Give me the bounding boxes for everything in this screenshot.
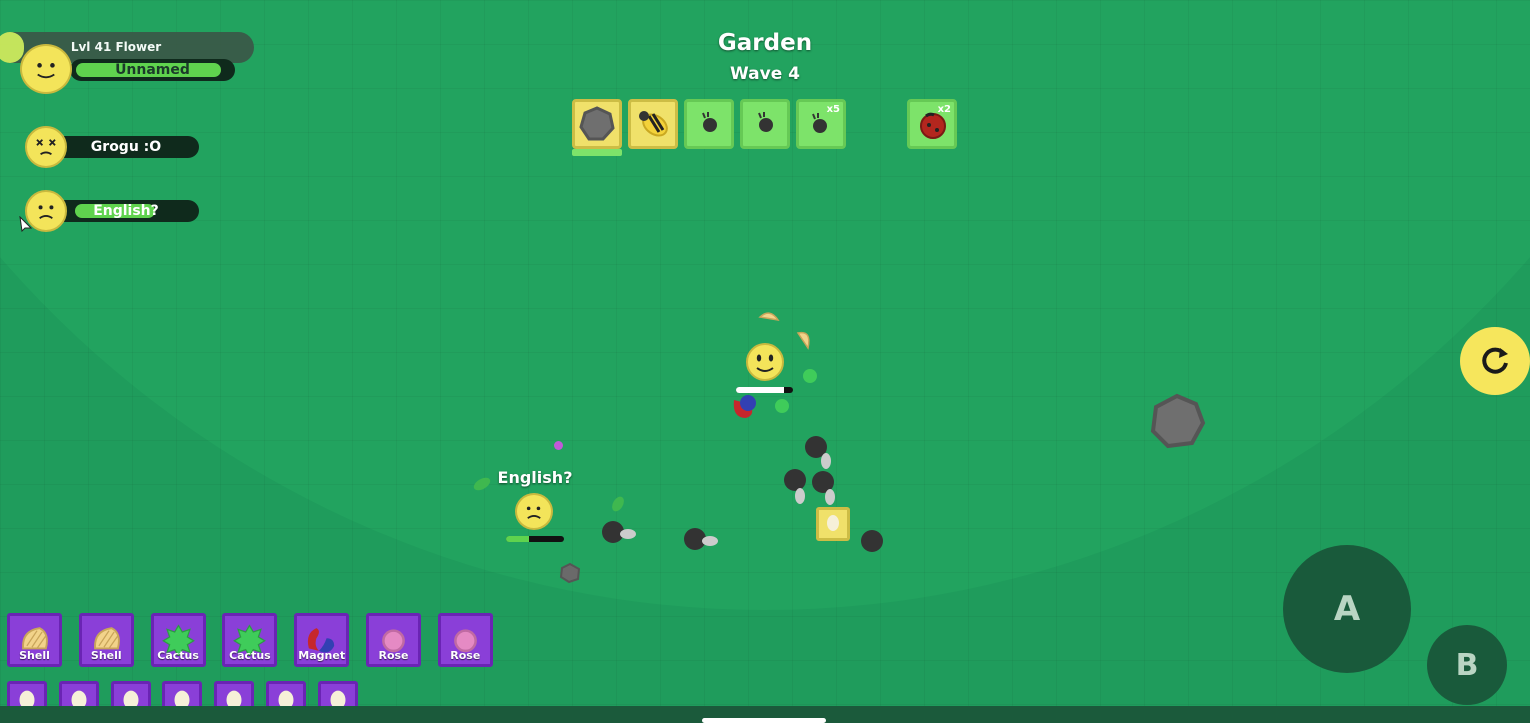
petal-label: Shell [19, 649, 50, 662]
small-rock-icon [702, 112, 717, 132]
respawn-button[interactable] [1460, 327, 1530, 395]
teammate-name-label: English? [497, 468, 573, 487]
petal-slot-rose[interactable]: Rose [437, 613, 493, 667]
teammate-health-bar [506, 536, 564, 542]
squad-name: English? [93, 203, 159, 219]
mob-slot-bee [628, 99, 678, 149]
mob-slot-rock [572, 99, 622, 149]
biome-title: Garden [717, 30, 813, 56]
rock-icon [579, 106, 615, 141]
petal-slot-cactus[interactable]: Cactus [222, 613, 278, 667]
defend-label: B [1455, 647, 1479, 683]
attack-label: A [1333, 589, 1361, 629]
defend-button[interactable]: B [1427, 625, 1507, 705]
leaf-icon [473, 477, 491, 491]
egg-icon [827, 515, 839, 531]
pollen-dot [554, 441, 563, 450]
squad-name-pill: Grogu :O [53, 136, 199, 158]
mob-count: x5 [826, 104, 840, 115]
rock-entity [1150, 393, 1206, 449]
petal-label: Magnet [298, 649, 346, 662]
mob-slot-small-rock [740, 99, 790, 149]
wave-counter: Wave 4 [730, 64, 800, 84]
mob-slot-small-rock [684, 99, 734, 149]
petal-slot-magnet[interactable]: Magnet [294, 613, 350, 667]
squad-flower-avatar-dead [25, 126, 67, 168]
squad-member-2: Grogu :O [25, 126, 205, 168]
petal-label: Cactus [157, 649, 199, 662]
squad-name-pill: English? [53, 200, 199, 222]
small-rock-icon [758, 112, 773, 132]
teammate-flower [515, 493, 553, 530]
petal-slot-cactus[interactable]: Cactus [150, 613, 206, 667]
attack-button[interactable]: A [1283, 545, 1411, 673]
petal-label: Rose [450, 649, 481, 662]
squad-member-3: English? [25, 190, 205, 232]
petal-label: Shell [90, 649, 122, 662]
squad-name: Grogu :O [90, 139, 162, 155]
petal-label: Rose [378, 649, 409, 662]
home-indicator[interactable] [702, 718, 826, 723]
petal-label: Cactus [229, 649, 271, 662]
petal-slot-shell[interactable]: Shell [7, 613, 62, 667]
mob-slot-underline [572, 149, 622, 156]
bee-icon [639, 111, 668, 137]
mob-slot-small-rock: x5 [796, 99, 846, 149]
squad-name: Unnamed [115, 62, 190, 78]
petal-slot-rose[interactable]: Rose [366, 613, 421, 667]
refresh-icon [1482, 347, 1508, 374]
squad-flower-avatar [20, 44, 72, 94]
ant-swarm [602, 436, 883, 552]
squad-name-pill: Unnamed [70, 59, 235, 81]
egg-drop[interactable] [816, 507, 850, 541]
squad-member-1: Unnamed [20, 44, 240, 96]
teammate-health-fill [506, 536, 530, 542]
petal-slot-shell[interactable]: Shell [78, 613, 134, 667]
small-rock-entity [559, 562, 581, 584]
mob-slot-ladybug: x2 [907, 99, 957, 149]
player-health-fill [736, 387, 785, 393]
cursor-icon [19, 216, 33, 232]
player-health-bar [736, 387, 793, 393]
player-flower [733, 312, 817, 418]
mob-count: x2 [937, 104, 951, 115]
